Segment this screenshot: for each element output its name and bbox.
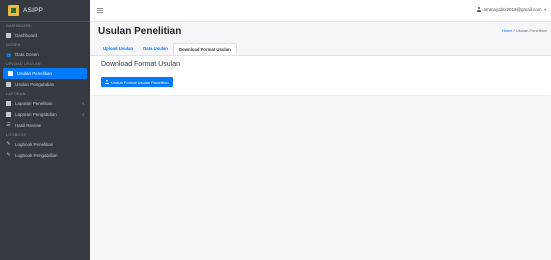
sidebar-item-label: Usulan Pengabdian — [15, 82, 55, 87]
user-menu[interactable]: ammayalmi2019@gmail.com ▼ — [476, 7, 547, 12]
sidebar-item-laporan-penelitian[interactable]: Laporan Penelitian ‹ — [0, 98, 90, 109]
tab-upload-usulan[interactable]: Upload Usulan — [98, 43, 138, 55]
nav-section-header: LOGBOOK — [6, 133, 27, 137]
document-icon — [6, 112, 11, 117]
sidebar-item-laporan-pengabdian[interactable]: Laporan Pengabdian ‹ — [0, 109, 90, 120]
main-content: Usulan Penelitian Home / Usulan Peneliti… — [90, 23, 551, 260]
app-root: ASIPP DASHBOARD Dashboard DOSEN 👥 Data Dosen… — [0, 0, 551, 260]
sidebar-item-label: Logbook Pengabdian — [15, 153, 58, 158]
tab-bar: Upload Usulan Data Usulan Download Forma… — [98, 43, 237, 55]
sidebar-nav: DASHBOARD Dashboard DOSEN 👥 Data Dosen Upload… — [0, 22, 90, 161]
caret-down-icon: ▼ — [543, 7, 547, 12]
card-title: Download Format Usulan — [101, 61, 180, 68]
users-icon: 👥 — [6, 52, 11, 57]
sidebar-item-label: Laporan Pengabdian — [15, 112, 57, 117]
nav-section-header: DASHBOARD — [6, 24, 32, 28]
edit-icon: ✎ — [6, 152, 11, 158]
document-icon — [6, 101, 11, 106]
user-email: ammayalmi2019@gmail.com — [483, 7, 542, 12]
sidebar: ASIPP DASHBOARD Dashboard DOSEN 👥 Data Dosen… — [0, 0, 90, 260]
sidebar-item-label: Data Dosen — [15, 52, 39, 57]
breadcrumb-current: Usulan Penelitian — [515, 28, 547, 33]
breadcrumb-separator: / — [513, 28, 515, 33]
user-icon — [476, 7, 481, 12]
brand-name: ASIPP — [23, 7, 44, 14]
sidebar-item-data-dosen[interactable]: 👥 Data Dosen — [0, 49, 90, 60]
breadcrumb: Home / Usulan Penelitian — [502, 28, 547, 33]
tab-data-usulan[interactable]: Data Usulan — [138, 43, 173, 55]
sidebar-item-label: Logbook Penelitian — [15, 142, 54, 147]
download-card: Download Format Usulan Unduh Format Usul… — [90, 55, 551, 95]
breadcrumb-home-link[interactable]: Home — [502, 28, 513, 33]
sidebar-item-logbook-pengabdian[interactable]: ✎ Logbook Pengabdian — [0, 150, 90, 161]
topbar: ammayalmi2019@gmail.com ▼ — [90, 0, 551, 22]
nav-section-header: Upload Usulan — [6, 62, 41, 66]
brand[interactable]: ASIPP — [0, 0, 90, 22]
sidebar-item-label: Hasil Review — [15, 123, 42, 128]
chevron-left-icon: ‹ — [82, 100, 84, 107]
nav-section-header: LAPORAN — [6, 92, 26, 96]
menu-toggle-icon[interactable] — [97, 8, 103, 13]
nav-section-header: DOSEN — [6, 43, 21, 47]
page-title: Usulan Penelitian — [98, 26, 182, 37]
sidebar-item-label: Laporan Penelitian — [15, 101, 53, 106]
sidebar-item-hasil-review[interactable]: ☰ Hasil Review — [0, 120, 90, 131]
sidebar-item-dashboard[interactable]: Dashboard — [0, 30, 90, 41]
brand-logo-icon — [8, 5, 19, 16]
download-button-label: Unduh Format Usulan Penelitian — [111, 79, 169, 85]
file-icon — [8, 71, 13, 76]
tab-download-format-usulan[interactable]: Download Format Usulan — [172, 43, 237, 55]
sidebar-item-label: Usulan Penelitian — [17, 71, 53, 76]
download-format-button[interactable]: Unduh Format Usulan Penelitian — [101, 77, 173, 87]
file-icon — [6, 82, 11, 87]
sidebar-item-logbook-penelitian[interactable]: ✎ Logbook Penelitian — [0, 139, 90, 150]
sidebar-item-label: Dashboard — [15, 33, 38, 38]
sidebar-item-usulan-pengabdian[interactable]: Usulan Pengabdian — [0, 79, 90, 90]
edit-icon: ✎ — [6, 141, 11, 147]
dashboard-icon — [6, 33, 11, 38]
list-icon: ☰ — [6, 122, 11, 128]
sidebar-item-usulan-penelitian[interactable]: Usulan Penelitian — [3, 68, 87, 79]
chevron-left-icon: ‹ — [82, 111, 84, 118]
download-icon — [105, 80, 109, 84]
